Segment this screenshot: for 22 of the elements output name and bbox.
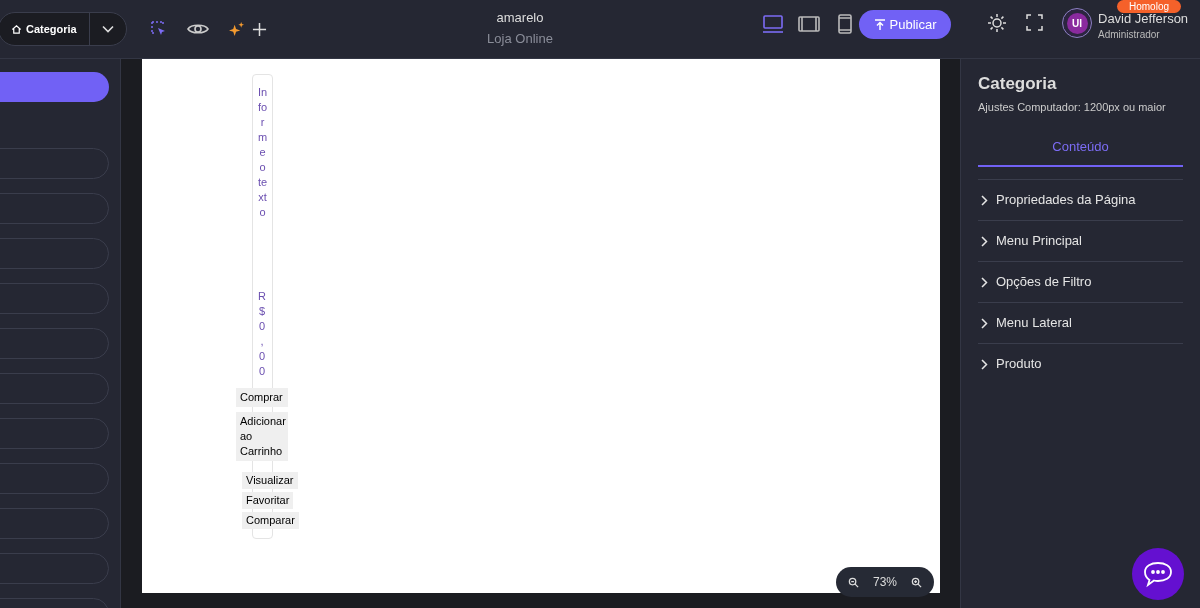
site-subtitle: Loja Online	[487, 29, 553, 48]
product-action-button[interactable]: Comprar	[236, 388, 288, 407]
accordion-section[interactable]: Propriedades da Página	[978, 179, 1183, 220]
publish-button[interactable]: Publicar	[859, 10, 951, 39]
panel-title: Categoria	[978, 73, 1058, 95]
user-name: David Jefferson	[1098, 11, 1189, 28]
accordion-section[interactable]: Produto	[978, 343, 1183, 384]
product-action-button[interactable]: Comparar	[242, 512, 299, 529]
product-price: R$0,00	[258, 289, 266, 379]
accordion-section[interactable]: Opções de Filtro	[978, 261, 1183, 302]
product-action-button[interactable]: Adicionar ao Carrinho	[236, 412, 288, 461]
accordion-section[interactable]: Menu Principal	[978, 220, 1183, 261]
panel-tab[interactable]: Conteúdo	[978, 129, 1183, 167]
user-role: Administrador	[1098, 28, 1160, 42]
site-name: amarelo	[496, 9, 544, 27]
accordion-section[interactable]: Menu Lateral	[978, 302, 1183, 343]
product-action-button[interactable]: Visualizar	[242, 472, 298, 489]
product-name: Informe o texto	[258, 85, 268, 220]
zoom-level: 73%	[873, 574, 897, 591]
environment-badge: Homolog	[1117, 0, 1182, 13]
panel-subtitle: Ajustes Computador: 1200px ou maior	[978, 99, 1167, 115]
product-action-button[interactable]: Favoritar	[242, 492, 294, 509]
